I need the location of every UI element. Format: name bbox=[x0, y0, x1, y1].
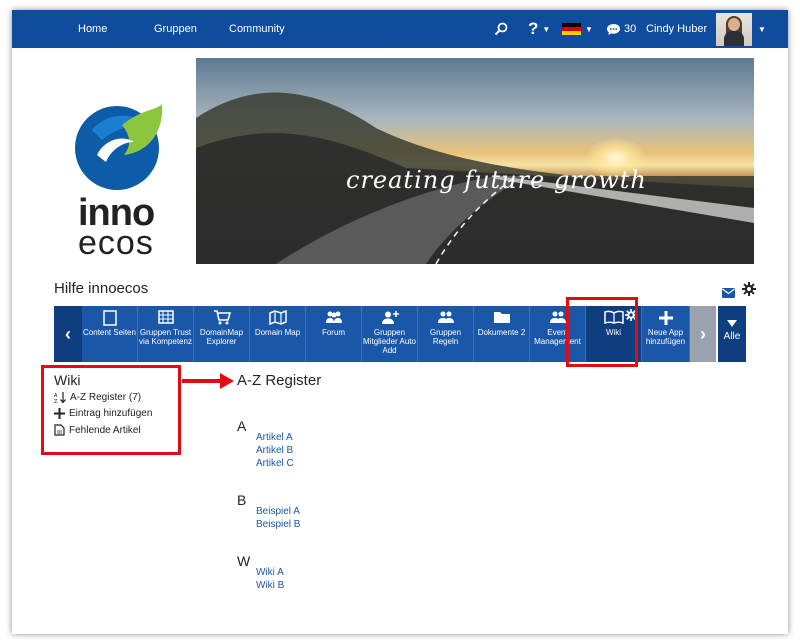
add-user-icon bbox=[362, 306, 417, 328]
article-link[interactable]: Beispiel A bbox=[256, 506, 300, 517]
article-link[interactable]: Artikel B bbox=[256, 445, 293, 456]
search-icon[interactable] bbox=[494, 10, 508, 48]
chevron-down-icon: ▼ bbox=[585, 24, 593, 34]
app-tile-domain-map[interactable]: Domain Map bbox=[250, 306, 306, 362]
group-banner-image: creating future growth bbox=[196, 58, 754, 264]
app-tile-dokumente[interactable]: Dokumente 2 bbox=[474, 306, 530, 362]
scroll-left-button[interactable]: ‹ bbox=[54, 306, 82, 362]
app-tile-add-app[interactable]: Neue App hinzufügen bbox=[642, 306, 690, 362]
gear-icon[interactable] bbox=[742, 282, 756, 301]
plus-icon bbox=[54, 408, 65, 419]
help-menu[interactable]: ? ▼ bbox=[528, 10, 550, 48]
plus-icon bbox=[642, 306, 689, 328]
app-tile-auto-add[interactable]: Gruppen Mitglieder Auto Add bbox=[362, 306, 418, 362]
nav-groups[interactable]: Gruppen bbox=[154, 10, 197, 48]
app-tile-domainmap-explorer[interactable]: DomainMap Explorer bbox=[194, 306, 250, 362]
chat-count: 30 bbox=[624, 23, 637, 35]
page-title: Hilfe innoecos bbox=[54, 280, 149, 297]
highlight-box-wiki-tile bbox=[566, 297, 638, 367]
mail-icon[interactable] bbox=[722, 285, 735, 303]
nav-community[interactable]: Community bbox=[229, 10, 285, 48]
sidebar-title: Wiki bbox=[54, 372, 81, 388]
sort-az-icon: AZ bbox=[54, 392, 66, 403]
germany-flag-icon bbox=[562, 23, 581, 35]
app-toolbar: ‹ Content Seiten Gruppen Trust via Kompe… bbox=[54, 306, 746, 362]
calendar-grid-icon bbox=[138, 306, 193, 328]
document-icon bbox=[54, 424, 65, 436]
register-letter-a: A bbox=[237, 418, 247, 434]
cart-icon bbox=[194, 306, 249, 328]
all-apps-button[interactable]: Alle bbox=[718, 306, 746, 362]
article-link[interactable]: Beispiel B bbox=[256, 519, 300, 530]
chat-button[interactable]: 30 bbox=[606, 10, 636, 48]
chevron-down-icon: ▼ bbox=[542, 24, 551, 34]
app-tile-content-seiten[interactable]: Content Seiten bbox=[82, 306, 138, 362]
svg-text:Z: Z bbox=[54, 399, 58, 403]
help-icon: ? bbox=[528, 19, 539, 38]
top-navigation-bar: Home Gruppen Community ? ▼ ▼ 30 Cindy Hu… bbox=[12, 10, 788, 48]
people-icon bbox=[306, 306, 361, 328]
sidebar-item-az-register[interactable]: AZ A-Z Register (7) bbox=[54, 392, 141, 403]
app-window: Home Gruppen Community ? ▼ ▼ 30 Cindy Hu… bbox=[12, 10, 788, 634]
caret-down-icon bbox=[727, 320, 737, 327]
app-tile-forum[interactable]: Forum bbox=[306, 306, 362, 362]
nav-home[interactable]: Home bbox=[78, 10, 107, 48]
page-icon bbox=[82, 306, 137, 328]
logo-text-ecos: ecos bbox=[78, 224, 154, 262]
article-link[interactable]: Wiki B bbox=[256, 580, 284, 591]
register-letter-b: B bbox=[237, 492, 247, 508]
register-title: A-Z Register bbox=[237, 372, 322, 389]
folder-icon bbox=[474, 306, 529, 328]
avatar[interactable] bbox=[716, 13, 752, 46]
red-arrow-icon bbox=[182, 373, 234, 389]
chevron-down-icon[interactable]: ▼ bbox=[754, 10, 766, 48]
article-link[interactable]: Wiki A bbox=[256, 567, 284, 578]
user-name[interactable]: Cindy Huber bbox=[646, 10, 707, 48]
chat-icon bbox=[607, 23, 620, 35]
sidebar-item-add-entry[interactable]: Eintrag hinzufügen bbox=[54, 408, 152, 419]
article-link[interactable]: Artikel C bbox=[256, 458, 294, 469]
app-tile-trust[interactable]: Gruppen Trust via Kompetenz bbox=[138, 306, 194, 362]
article-link[interactable]: Artikel A bbox=[256, 432, 293, 443]
sidebar-item-missing-articles[interactable]: Fehlende Artikel bbox=[54, 424, 141, 436]
group-rules-icon bbox=[418, 306, 473, 328]
map-icon bbox=[250, 306, 305, 328]
scroll-right-button[interactable]: › bbox=[690, 306, 716, 362]
register-letter-w: W bbox=[237, 553, 251, 569]
app-tile-gruppen-regeln[interactable]: Gruppen Regeln bbox=[418, 306, 474, 362]
chevron-right-icon: › bbox=[700, 323, 706, 344]
banner-slogan: creating future growth bbox=[346, 166, 647, 194]
language-selector[interactable]: ▼ bbox=[562, 10, 593, 48]
chevron-left-icon: ‹ bbox=[65, 323, 71, 344]
